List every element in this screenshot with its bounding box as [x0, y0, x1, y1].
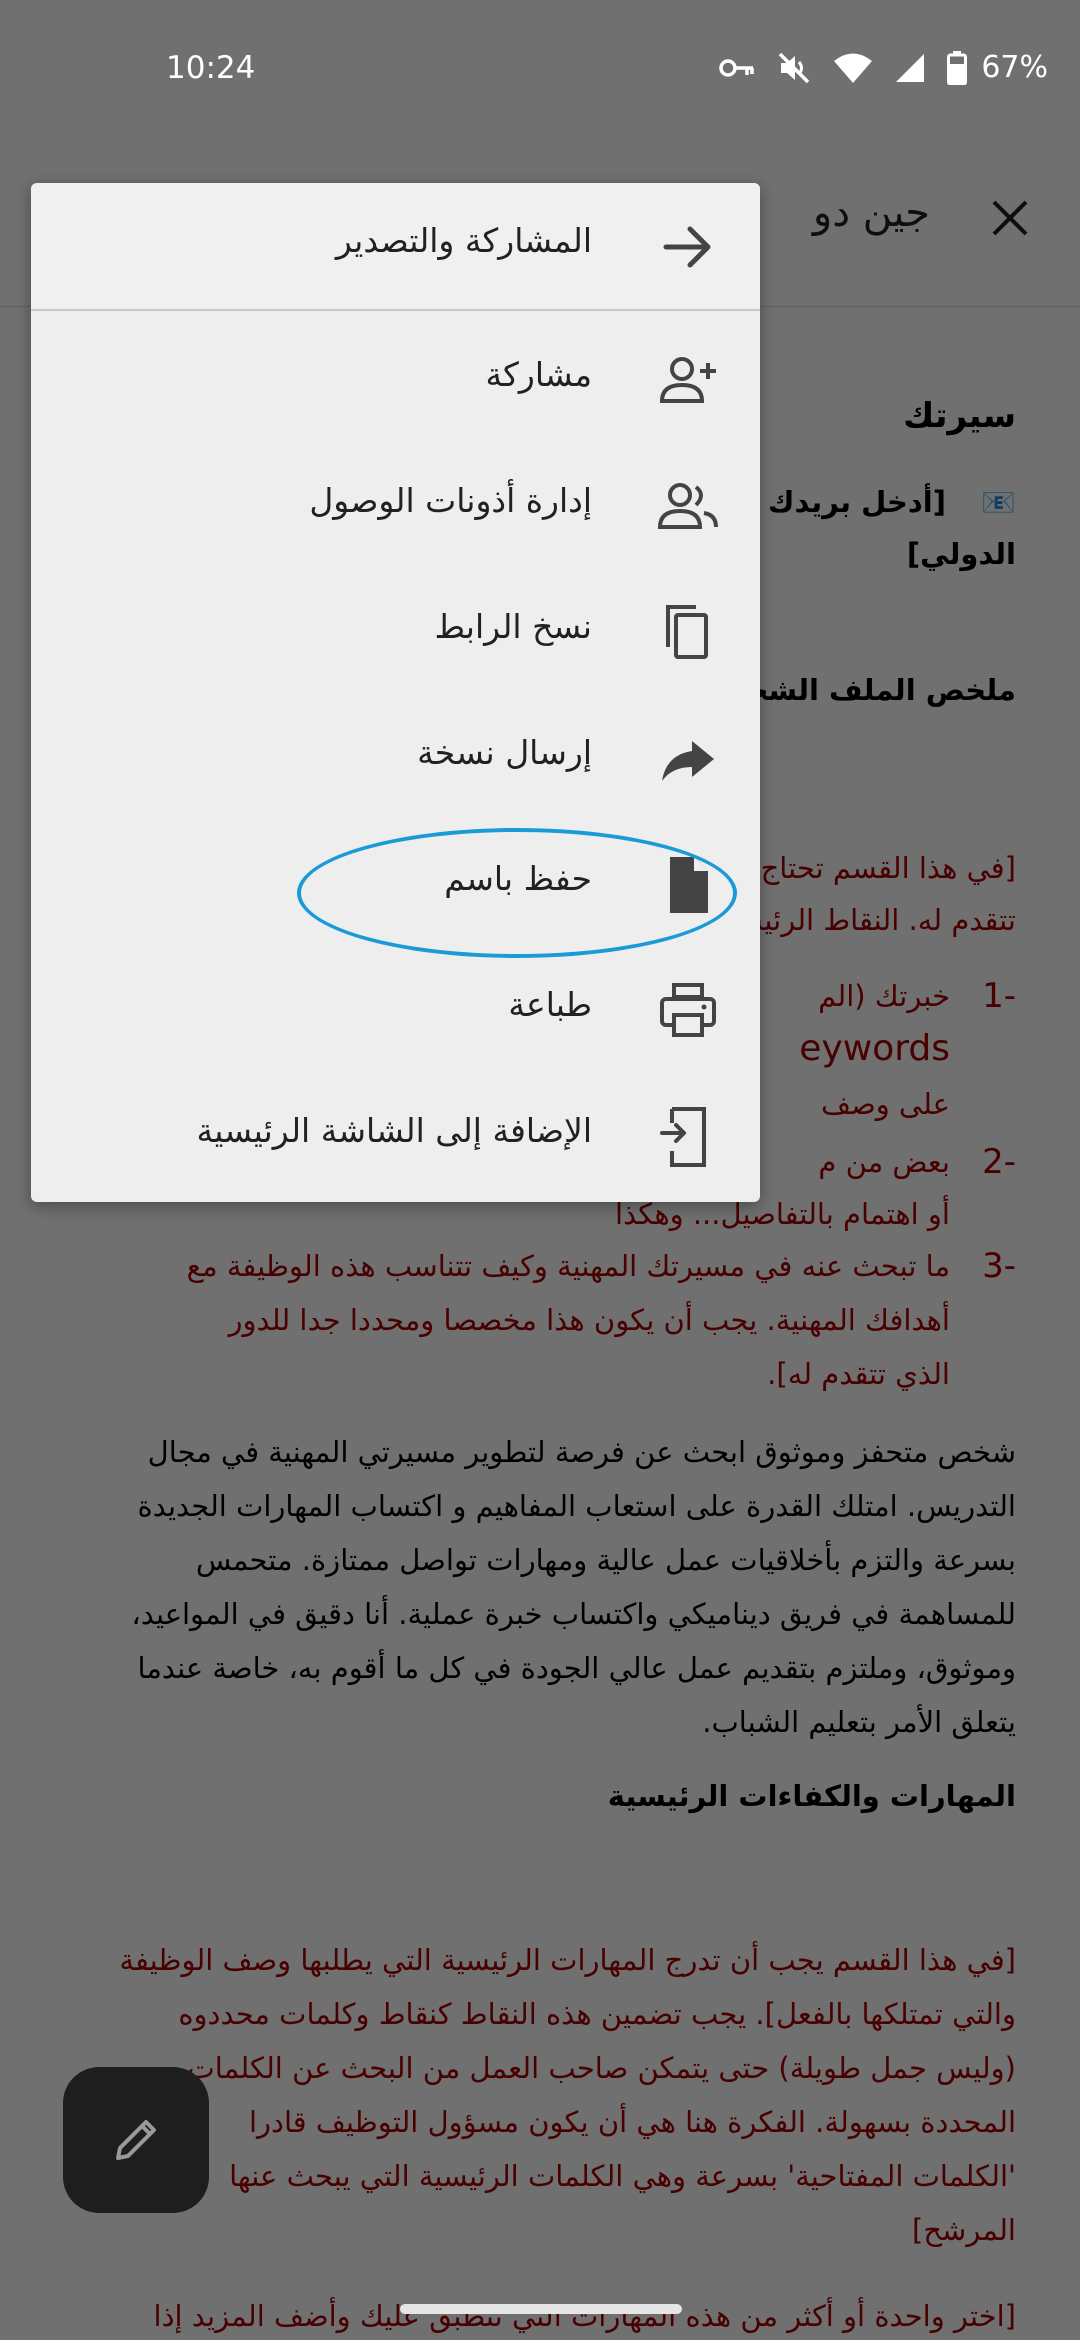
menu-header-share-export[interactable]: المشاركة والتصدير	[31, 183, 760, 311]
people-icon	[657, 483, 718, 529]
pencil-icon	[116, 2120, 156, 2160]
skills-line-5: 'الكلمات المفتاحية' بسرعة وهي الكلمات ال…	[229, 2159, 1016, 2193]
menu-item-label: طباعة	[508, 985, 592, 1024]
menu-header-label: المشاركة والتصدير	[335, 221, 592, 260]
menu-item-label: مشاركة	[485, 355, 592, 394]
doc-title: جين دو	[812, 190, 930, 236]
list-item-3a: ما تبحث عنه في مسيرتك المهنية وكيف تتناس…	[186, 1249, 950, 1283]
email-line-1: [أدخل بريدك ا	[747, 485, 946, 519]
status-time: 10:24	[166, 50, 256, 86]
summary-line-1: شخص متحفز وموثوق ابحث عن فرصة لتطوير مسي…	[147, 1435, 1016, 1469]
list-item-3b: أهدافك المهنية. يجب أن يكون هذا مخصصا وم…	[228, 1303, 950, 1337]
add-to-home-icon	[660, 1107, 706, 1167]
copy-icon	[666, 605, 708, 659]
home-indicator[interactable]	[400, 2304, 682, 2314]
print-icon	[660, 983, 716, 1037]
menu-item-send-copy[interactable]: إرسال نسخة	[31, 695, 760, 821]
summary-line-6: يتعلق الأمر بتعليم الشباب.	[702, 1705, 1016, 1739]
signal-icon	[896, 53, 925, 82]
list-number-1: -1	[982, 976, 1016, 1016]
arrow-forward-icon	[663, 226, 711, 268]
menu-item-print[interactable]: طباعة	[31, 947, 760, 1073]
email-line-2: الدولي]	[906, 537, 1016, 571]
list-item-1b: eywords	[799, 1028, 950, 1069]
menu-item-label: نسخ الرابط	[434, 607, 592, 646]
mute-icon	[779, 52, 810, 83]
wifi-icon	[834, 53, 873, 83]
share-export-menu: المشاركة والتصدير مشاركة إدارة أذونات ال…	[31, 183, 760, 1202]
list-item-2a: بعض من م	[818, 1145, 950, 1179]
battery-percent: 67%	[981, 50, 1048, 85]
person-add-icon	[659, 357, 716, 403]
doc-heading: سيرتك	[903, 396, 1016, 436]
profile-note-1: [في هذا القسم تحتاج	[760, 851, 1016, 885]
skills-line-6: المرشح]	[912, 2213, 1016, 2247]
battery-icon	[947, 50, 968, 85]
skills-line-1: [في هذا القسم يجب أن تدرج المهارات الرئي…	[119, 1943, 1016, 1977]
forward-icon	[662, 741, 714, 781]
list-number-3: -3	[982, 1246, 1016, 1286]
email-icon: 📧	[981, 486, 1016, 519]
list-number-2: -2	[982, 1142, 1016, 1182]
menu-item-add-to-home[interactable]: الإضافة إلى الشاشة الرئيسية	[31, 1073, 760, 1199]
menu-item-manage-access[interactable]: إدارة أذونات الوصول	[31, 443, 760, 569]
highlight-annotation	[297, 828, 737, 958]
skills-line-3: (وليس جمل طويلة) حتى يتمكن صاحب العمل من…	[187, 2051, 1016, 2085]
menu-item-label: الإضافة إلى الشاشة الرئيسية	[196, 1111, 592, 1150]
menu-item-label: إدارة أذونات الوصول	[309, 481, 592, 520]
vpn-key-icon	[719, 58, 755, 77]
section-skills: المهارات والكفاءات الرئيسية	[607, 1779, 1016, 1813]
summary-line-2: التدريس. امتلك القدرة على استعاب المفاهي…	[137, 1489, 1016, 1523]
list-item-1c: على وصف	[821, 1087, 950, 1121]
summary-line-3: بسرعة والتزم بأخلاقيات عمل عالية ومهارات…	[195, 1543, 1016, 1577]
status-icons: 67%	[719, 50, 1048, 85]
skills-line-4: المحددة بسهولة. الفكرة هنا هي أن يكون مس…	[248, 2105, 1016, 2139]
skills-line-7: [اختر واحدة أو أكثر من هذه المهارات التي…	[153, 2299, 1016, 2333]
list-item-1a: خبرتك (الم	[818, 979, 950, 1013]
skills-line-2: والتي تمتلكها بالفعل]. يجب تضمين هذه الن…	[178, 1997, 1016, 2031]
summary-line-4: للمساهمة في فريق ديناميكي واكتساب خبرة ع…	[131, 1597, 1016, 1631]
close-icon[interactable]	[990, 198, 1030, 238]
status-bar: 10:24 67%	[0, 0, 1080, 140]
menu-item-share[interactable]: مشاركة	[31, 317, 760, 443]
edit-fab-button[interactable]	[63, 2067, 209, 2213]
summary-line-5: وموثوق، وملتزم بتقديم عمل عالي الجودة في…	[137, 1651, 1016, 1685]
menu-item-copy-link[interactable]: نسخ الرابط	[31, 569, 760, 695]
list-item-3c: الذي تتقدم له].	[767, 1357, 950, 1391]
menu-item-label: إرسال نسخة	[417, 733, 592, 772]
